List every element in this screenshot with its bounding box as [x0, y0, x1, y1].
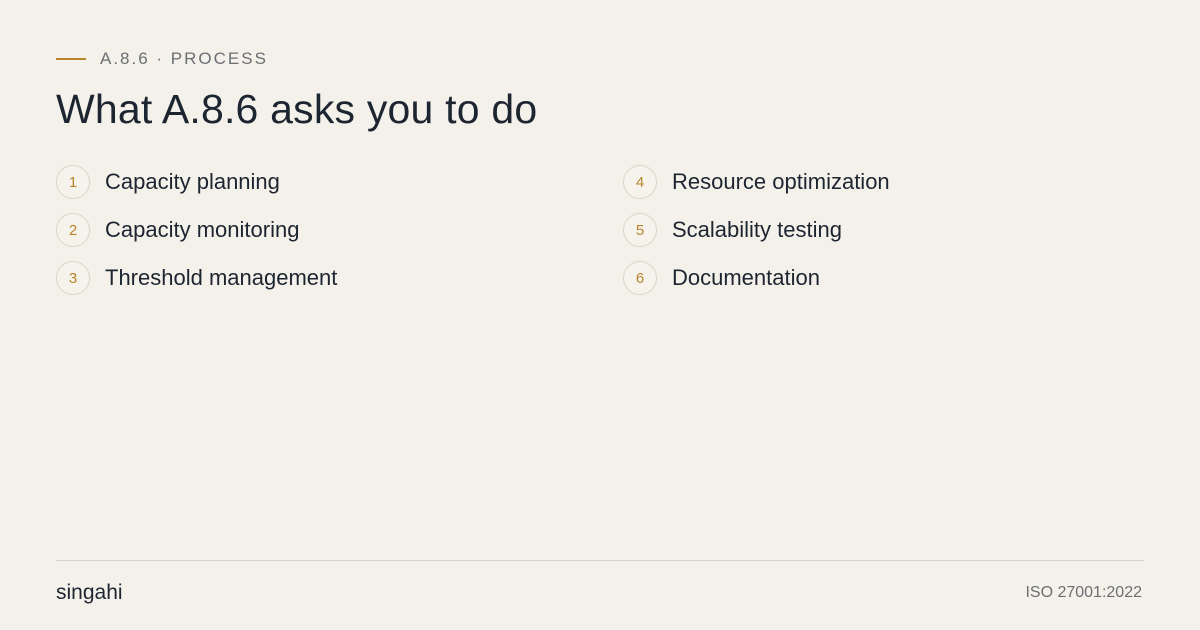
step-number-badge: 6: [623, 261, 657, 295]
page-title: What A.8.6 asks you to do: [56, 86, 538, 132]
eyebrow-rule: [56, 58, 86, 60]
eyebrow-label: A.8.6 · PROCESS: [100, 49, 268, 68]
brand-name: singahi: [56, 581, 123, 604]
step-label: Capacity monitoring: [105, 217, 300, 242]
step-label: Scalability testing: [672, 217, 842, 242]
step-number-badge: 4: [623, 165, 657, 199]
list-item: 2 Capacity monitoring: [56, 213, 623, 247]
footer-divider: [56, 560, 1144, 561]
list-item: 4 Resource optimization: [623, 165, 1144, 199]
step-number-badge: 3: [56, 261, 90, 295]
step-label: Threshold management: [105, 265, 338, 290]
step-label: Capacity planning: [105, 169, 280, 194]
list-item: 1 Capacity planning: [56, 165, 623, 199]
section-eyebrow: A.8.6 · PROCESS: [56, 49, 268, 69]
step-number-badge: 5: [623, 213, 657, 247]
step-label: Resource optimization: [672, 169, 890, 194]
step-label: Documentation: [672, 265, 820, 290]
list-item: 5 Scalability testing: [623, 213, 1144, 247]
step-number-badge: 1: [56, 165, 90, 199]
process-steps-list: 1 Capacity planning 4 Resource optimizat…: [56, 165, 1144, 295]
step-number-badge: 2: [56, 213, 90, 247]
list-item: 6 Documentation: [623, 261, 1144, 295]
list-item: 3 Threshold management: [56, 261, 623, 295]
standard-reference: ISO 27001:2022: [1025, 584, 1142, 601]
